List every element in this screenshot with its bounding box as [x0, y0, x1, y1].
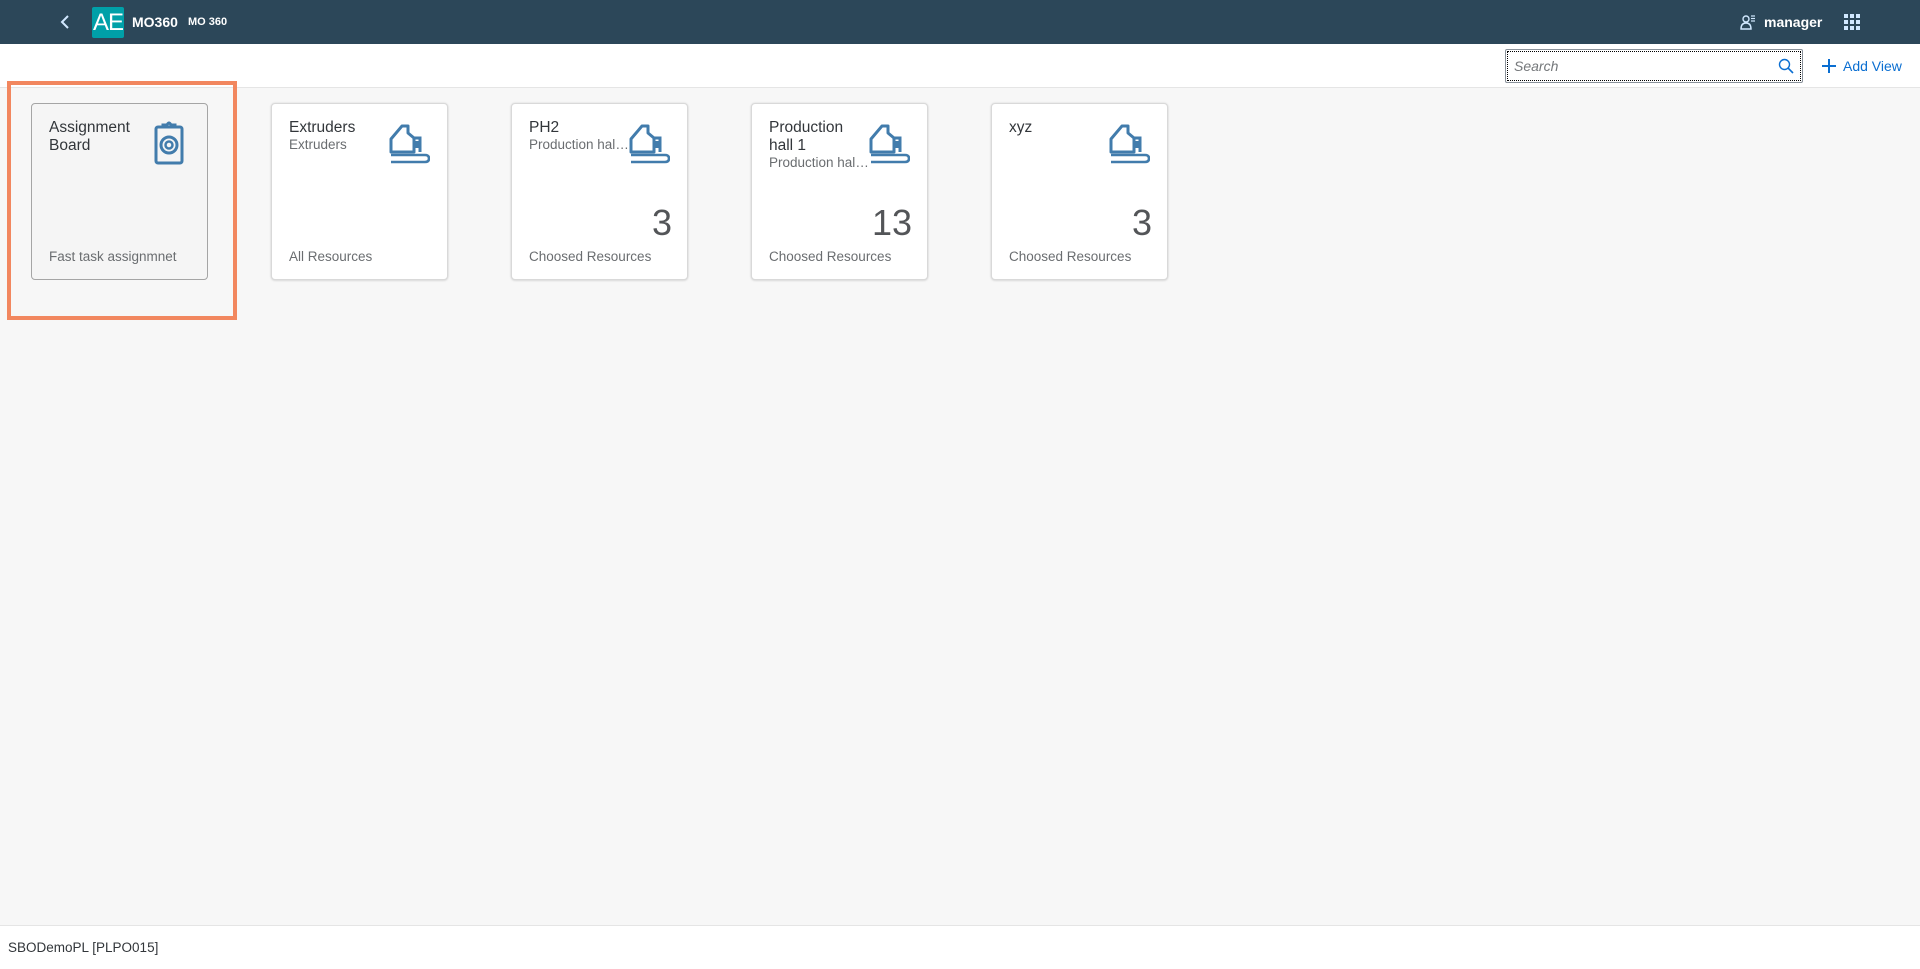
factory-icon — [389, 124, 430, 164]
tile-ph2[interactable]: PH2 Production hall 2 3 Choosed Resource… — [511, 103, 688, 280]
tile-assignment-board[interactable]: Assignment Board Fast task assignmnet — [31, 103, 208, 280]
tile-subtitle: Extruders — [289, 137, 347, 152]
add-view-button[interactable]: Add View — [1821, 54, 1902, 78]
tile-count: 3 — [1131, 202, 1152, 243]
tile-footer: Fast task assignmnet — [49, 249, 177, 264]
user-name: manager — [1764, 14, 1823, 30]
toolbar: Add View — [0, 44, 1920, 88]
user-menu-icon — [1740, 15, 1755, 30]
tile-header: xyz — [1009, 119, 1109, 137]
factory-icon — [629, 124, 670, 164]
app-launcher-button[interactable] — [1842, 12, 1862, 32]
tile-container: Assignment Board Fast task assignmnet Ex… — [0, 88, 1920, 925]
tile-production-hall-1[interactable]: Production hall 1 Production hall 1 13 C… — [751, 103, 928, 280]
tile-extruders[interactable]: Extruders Extruders All Resources — [271, 103, 448, 280]
tile-footer: Choosed Resources — [769, 249, 892, 264]
tile-count: 13 — [871, 202, 912, 243]
user-menu-button[interactable]: manager — [1740, 8, 1822, 36]
tile-title: Assignment Board — [49, 119, 130, 154]
app-grid-icon — [1844, 14, 1860, 30]
footer-bar: SBODemoPL [PLPO015] — [0, 925, 1920, 969]
tile-header: Assignment Board — [49, 119, 149, 155]
tile-footer: All Resources — [289, 249, 373, 264]
tile-count: 3 — [651, 202, 672, 243]
tile-header: Extruders Extruders — [289, 119, 389, 153]
factory-icon — [869, 124, 910, 164]
tile-xyz[interactable]: xyz 3 Choosed Resources — [991, 103, 1168, 280]
tile-subtitle: Production hall 1 — [769, 155, 869, 170]
factory-icon — [1109, 124, 1150, 164]
tile-header: PH2 Production hall 2 — [529, 119, 629, 153]
tile-header: Production hall 1 Production hall 1 — [769, 119, 869, 171]
back-chevron-icon — [60, 15, 69, 29]
add-view-label: Add View — [1843, 58, 1902, 74]
tile-title: xyz — [1009, 119, 1033, 136]
back-button[interactable] — [56, 10, 76, 34]
tile-title: PH2 — [529, 119, 560, 136]
search-field[interactable] — [1505, 49, 1803, 83]
company-database-label: SBODemoPL [PLPO015] — [8, 940, 159, 955]
app-subtitle: MO 360 — [188, 16, 228, 28]
tile-title: Production hall 1 — [769, 119, 844, 154]
company-logo[interactable]: AE — [92, 7, 124, 38]
search-input[interactable] — [1514, 52, 1764, 80]
clipboard-target-icon — [154, 121, 184, 165]
search-icon[interactable] — [1778, 58, 1794, 74]
plus-icon — [1822, 59, 1836, 73]
tile-footer: Choosed Resources — [529, 249, 652, 264]
tile-subtitle: Production hall 2 — [529, 137, 629, 152]
tile-footer: Choosed Resources — [1009, 249, 1132, 264]
tile-title: Extruders — [289, 119, 356, 136]
app-title: MO360 — [132, 14, 178, 30]
shell-header: AE MO360 MO 360 manager — [0, 0, 1920, 44]
